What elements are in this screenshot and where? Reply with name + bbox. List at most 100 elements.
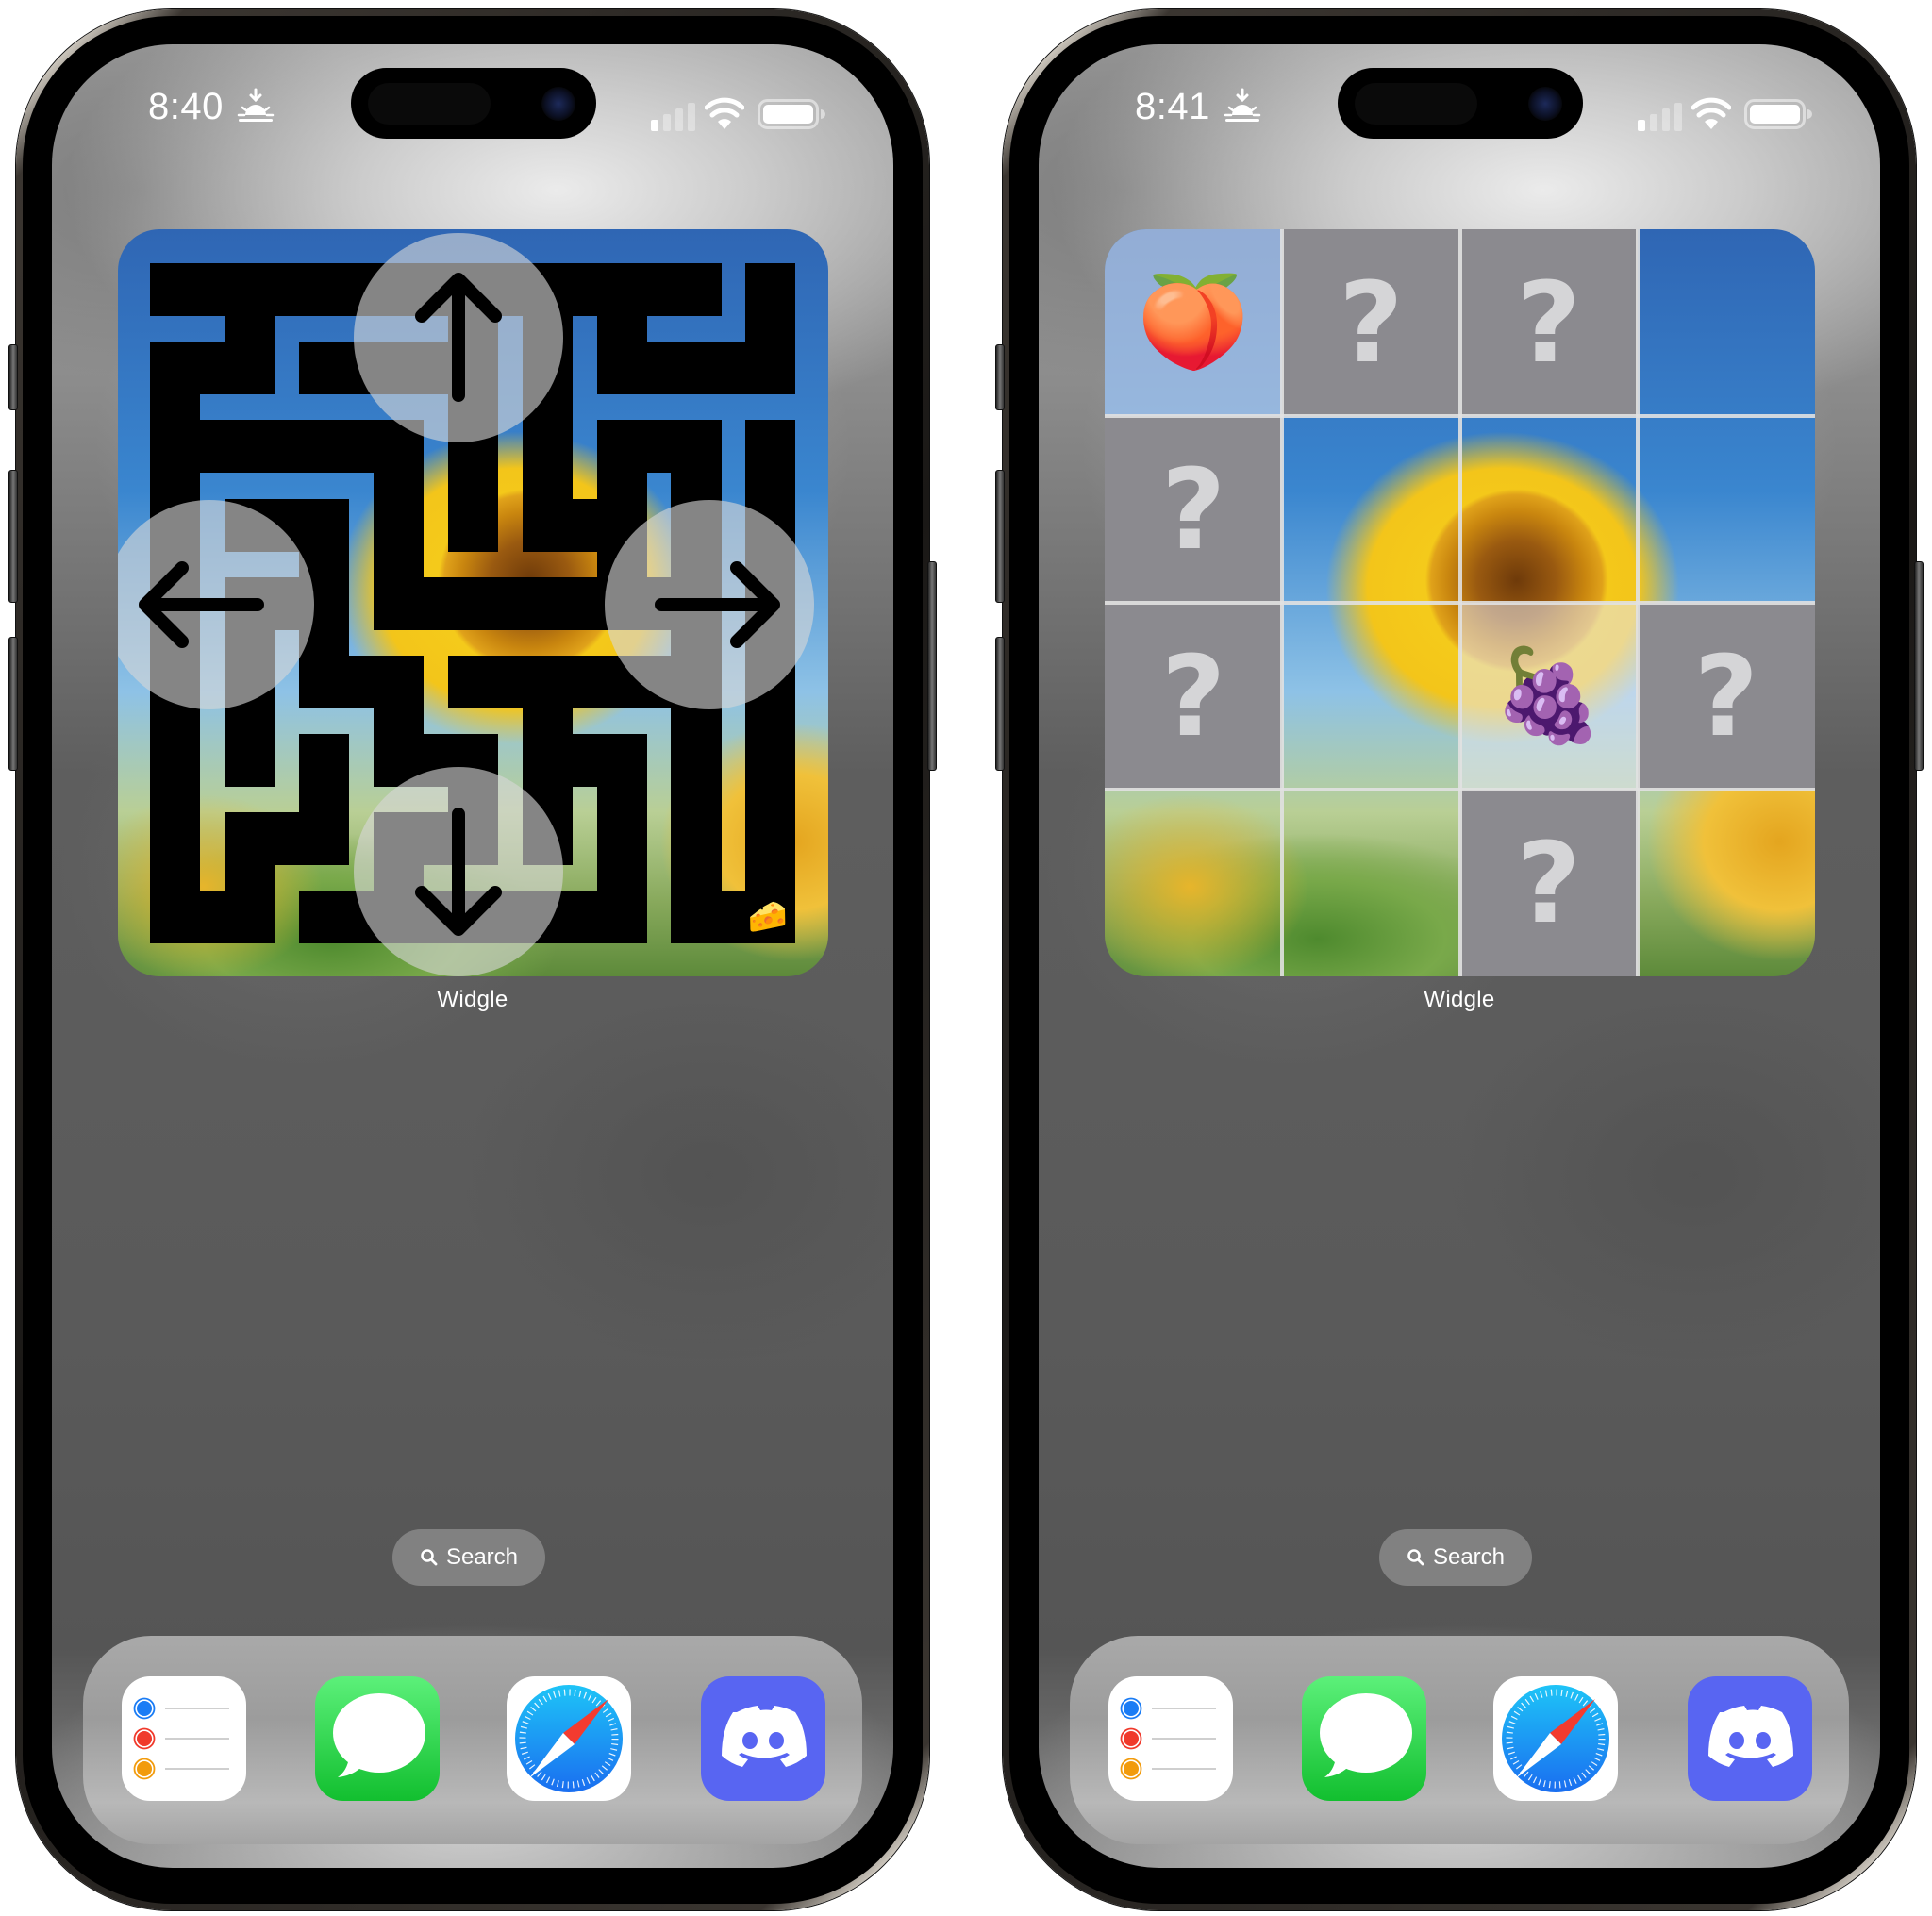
memory-widget[interactable]: 🍑???? 🍇?? [1105, 229, 1815, 976]
arrow-left-icon [139, 561, 264, 648]
maze-passage [497, 655, 524, 708]
maze-cell [745, 342, 796, 395]
search-icon [1407, 1549, 1424, 1566]
question-mark-icon: ? [1516, 258, 1581, 388]
widget-label: Widgle [1424, 987, 1495, 1012]
home-screen: 8:40 🐭 🧀 Widgle Search [52, 44, 893, 1868]
phone-memory: 8:41 🍑 ? ? ? ? 🍇 ? ? Widgle Search [995, 9, 1924, 1910]
maze-passage [224, 708, 275, 735]
action-button [8, 344, 18, 410]
memory-tile-cleared [1282, 603, 1459, 790]
maze-cell [150, 420, 201, 474]
memory-tile-revealed[interactable]: 🍑 [1105, 229, 1283, 416]
maze-passage [522, 472, 573, 500]
maze-passage [646, 263, 672, 316]
maze-passage [373, 708, 424, 735]
search-button[interactable]: Search [1379, 1529, 1532, 1586]
search-button[interactable]: Search [392, 1529, 545, 1586]
move-right-button[interactable] [605, 500, 814, 709]
search-label: Search [445, 1544, 519, 1570]
maze-cell [522, 655, 573, 708]
status-bar: 8:40 [52, 44, 893, 148]
maze-passage [522, 708, 573, 735]
maze-cell [224, 263, 275, 316]
dock-app-discord[interactable] [701, 1676, 825, 1801]
arrow-up-icon [415, 273, 502, 402]
memory-tile-revealed[interactable]: 🍇 [1459, 603, 1638, 790]
maze-passage [596, 315, 647, 342]
move-down-button[interactable] [354, 767, 563, 976]
memory-tile-hidden[interactable]: ? [1459, 790, 1638, 976]
move-up-button[interactable] [354, 233, 563, 442]
wifi-icon [705, 97, 744, 129]
maze-passage [497, 576, 524, 630]
memory-tile-hidden[interactable]: ? [1105, 603, 1283, 790]
safari-icon [1493, 1676, 1618, 1801]
maze-passage [150, 708, 201, 735]
dock-app-safari[interactable] [507, 1676, 631, 1801]
island-sensor [368, 83, 491, 125]
maze-passage [423, 576, 449, 630]
maze-passage [671, 786, 722, 813]
memory-tile-hidden[interactable]: ? [1105, 416, 1283, 603]
front-camera [541, 87, 575, 121]
maze-passage [373, 551, 424, 578]
mouse-player: 🐭 [154, 266, 193, 308]
maze-cell [447, 655, 498, 708]
memory-tile-cleared [1638, 416, 1815, 603]
memory-tile-hidden[interactable]: ? [1637, 603, 1815, 790]
wifi-icon [1691, 97, 1731, 129]
maze-passage [150, 472, 201, 500]
volume-down-button [995, 637, 1005, 771]
search-icon [421, 1549, 438, 1566]
memory-tile-cleared [1105, 790, 1282, 976]
maze-cell [447, 498, 498, 552]
maze-cell [671, 263, 722, 316]
memory-tile-cleared [1282, 416, 1459, 603]
maze-passage [274, 263, 300, 316]
cellular-signal-icon [651, 103, 695, 131]
dock-app-discord[interactable] [1688, 1676, 1812, 1801]
maze-cell [745, 734, 796, 788]
maze-passage [596, 864, 647, 892]
memory-tile-cleared [1638, 229, 1815, 416]
dynamic-island [351, 68, 596, 139]
dock-app-messages[interactable] [315, 1676, 440, 1801]
dock-app-reminders[interactable] [1108, 1676, 1233, 1801]
maze-passage [199, 263, 225, 316]
grid-divider [1635, 229, 1640, 976]
maze-passage [572, 655, 598, 708]
maze-cell [596, 342, 647, 395]
dynamic-island [1338, 68, 1583, 139]
memory-tile-hidden[interactable]: ? [1459, 229, 1638, 416]
question-mark-icon: ? [1339, 258, 1404, 388]
maze-cell [224, 812, 275, 866]
dock-app-safari[interactable] [1493, 1676, 1618, 1801]
maze-passage [671, 708, 722, 735]
maze-cell [373, 498, 424, 552]
battery-icon [758, 99, 825, 129]
cheese-goal: 🧀 [747, 899, 789, 935]
maze-cell [745, 420, 796, 474]
move-left-button[interactable] [118, 500, 314, 709]
maze-passage [150, 786, 201, 813]
maze-cell [522, 576, 573, 630]
maze-cell [522, 498, 573, 552]
arrow-down-icon [415, 808, 502, 936]
maze-passage [348, 655, 375, 708]
maze-cell [596, 812, 647, 866]
maze-cell [447, 576, 498, 630]
grid-divider [1105, 788, 1815, 791]
side-button [927, 561, 937, 771]
discord-icon [701, 1676, 825, 1801]
maze-cell [671, 420, 722, 474]
dock-app-messages[interactable] [1302, 1676, 1426, 1801]
dock-app-reminders[interactable] [122, 1676, 246, 1801]
memory-tile-hidden[interactable]: ? [1282, 229, 1460, 416]
maze-cell [596, 263, 647, 316]
memory-tile-cleared [1460, 416, 1638, 603]
maze-cell [745, 263, 796, 316]
maze-cell [150, 891, 201, 944]
maze-passage [671, 864, 722, 892]
maze-widget[interactable]: 🐭 🧀 [118, 229, 828, 976]
